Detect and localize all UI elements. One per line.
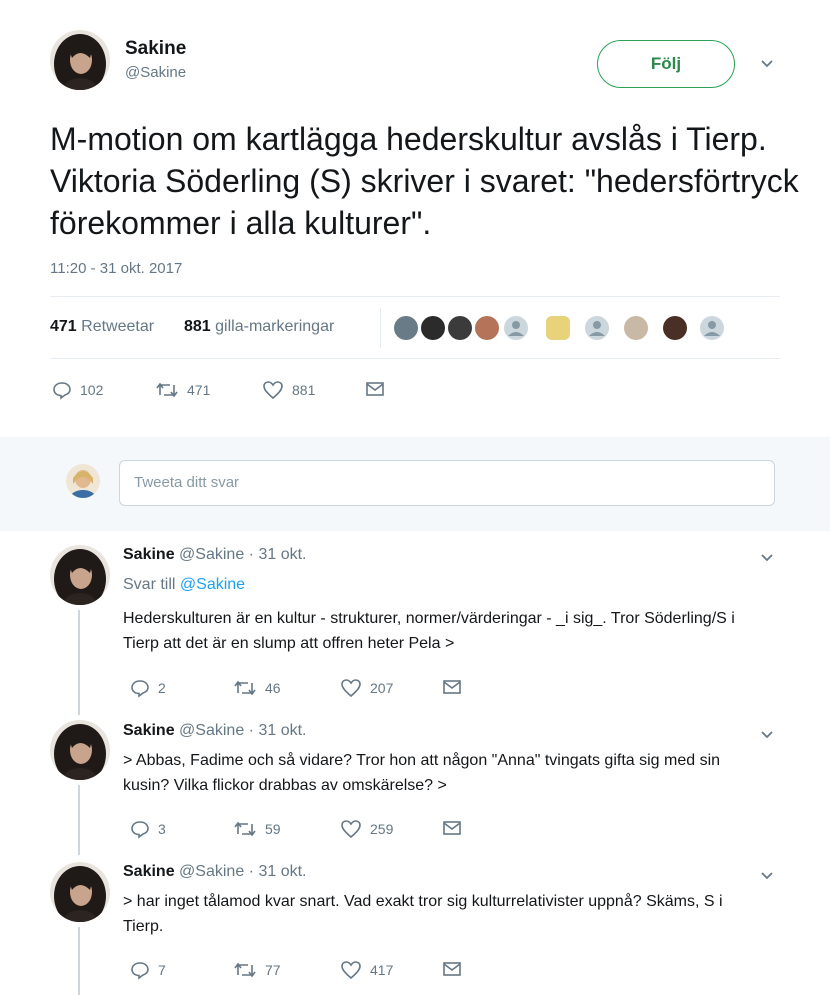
reply-count: 7 [158, 962, 166, 978]
reply-icon [131, 680, 149, 698]
liker-avatar[interactable] [448, 316, 472, 340]
stats-separator [380, 308, 381, 348]
like-count: 881 [292, 382, 316, 398]
like-count: 417 [370, 962, 394, 978]
envelope-icon [366, 382, 384, 396]
like-count: 259 [370, 821, 394, 837]
author-name[interactable]: Sakine [125, 38, 186, 60]
chevron-down-icon[interactable] [759, 727, 775, 743]
reply-text: Hederskulturen är en kultur - strukturer… [123, 610, 735, 652]
dm-action[interactable] [365, 380, 385, 398]
chevron-down-icon[interactable] [759, 868, 775, 884]
reply-date[interactable]: · 31 okt. [249, 863, 307, 880]
tweet-timestamp[interactable]: 11:20 - 31 okt. 2017 [50, 260, 182, 277]
retweet-count: 46 [265, 680, 281, 696]
like-action[interactable]: 207 [340, 678, 393, 698]
likes-stat[interactable]: 881 gilla-markeringar [184, 318, 334, 336]
envelope-icon [443, 680, 461, 694]
reply-action[interactable]: 3 [130, 819, 166, 839]
retweet-count: 471 [187, 382, 211, 398]
dm-action[interactable] [442, 678, 462, 696]
like-action[interactable]: 417 [340, 960, 393, 980]
retweet-icon [234, 680, 256, 696]
reply-action[interactable]: 2 [130, 678, 166, 698]
liker-avatar[interactable] [475, 316, 499, 340]
liker-avatar[interactable] [421, 316, 445, 340]
thread-line [78, 610, 80, 715]
reply-author-avatar[interactable] [50, 862, 110, 922]
reply-count: 2 [158, 680, 166, 696]
reply-author-avatar[interactable] [50, 720, 110, 780]
likes-count: 881 [184, 318, 211, 335]
chevron-down-icon[interactable] [759, 550, 775, 566]
chevron-down-icon[interactable] [759, 56, 775, 72]
reply-text: > har inget tålamod kvar snart. Vad exak… [123, 893, 723, 935]
reply-header: Sakine @Sakine · 31 okt. [123, 546, 306, 564]
reply-action[interactable]: 7 [130, 960, 166, 980]
retweet-icon [156, 382, 178, 398]
retweets-stat[interactable]: 471 Retweetar [50, 318, 154, 336]
reply-author-handle[interactable]: @Sakine [179, 722, 244, 739]
reply-author-avatar[interactable] [50, 545, 110, 605]
reply-author-handle[interactable]: @Sakine [179, 863, 244, 880]
retweet-action[interactable]: 77 [233, 960, 281, 980]
reply-author-name[interactable]: Sakine [123, 863, 175, 880]
thread-line [78, 927, 80, 995]
reply-header: Sakine @Sakine · 31 okt. [123, 722, 306, 740]
liker-avatar[interactable] [585, 316, 609, 340]
thread-line [78, 785, 80, 855]
reply-icon [53, 382, 71, 400]
reply-count: 3 [158, 821, 166, 837]
reply-count: 102 [80, 382, 104, 398]
author-handle[interactable]: @Sakine [125, 64, 186, 81]
divider [50, 296, 780, 297]
retweets-count: 471 [50, 318, 77, 335]
heart-icon [263, 381, 283, 400]
reply-date[interactable]: · 31 okt. [249, 722, 307, 739]
author-avatar[interactable] [50, 30, 110, 90]
retweet-icon [234, 962, 256, 978]
reply-input[interactable]: Tweeta ditt svar [119, 460, 775, 506]
retweet-icon [234, 821, 256, 837]
like-action[interactable]: 259 [340, 819, 393, 839]
reply-header: Sakine @Sakine · 31 okt. [123, 863, 306, 881]
retweet-action[interactable]: 59 [233, 819, 281, 839]
heart-icon [341, 820, 361, 839]
likes-label: gilla-markeringar [215, 318, 335, 335]
envelope-icon [443, 821, 461, 835]
heart-icon [341, 679, 361, 698]
reply-to-handle[interactable]: @Sakine [180, 576, 245, 593]
reply-action[interactable]: 102 [52, 380, 103, 400]
liker-avatar[interactable] [394, 316, 418, 340]
current-user-avatar[interactable] [66, 464, 100, 498]
liker-avatar[interactable] [624, 316, 648, 340]
liker-avatar[interactable] [546, 316, 570, 340]
reply-author-name[interactable]: Sakine [123, 722, 175, 739]
reply-author-name[interactable]: Sakine [123, 546, 175, 563]
dm-action[interactable] [442, 960, 462, 978]
reply-date[interactable]: · 31 okt. [249, 546, 307, 563]
tweet-text: M-motion om kartlägga hederskultur avslå… [50, 121, 799, 241]
like-count: 207 [370, 680, 394, 696]
liker-avatar[interactable] [504, 316, 528, 340]
follow-button[interactable]: Följ [597, 40, 735, 88]
reply-icon [131, 962, 149, 980]
liker-avatar[interactable] [700, 316, 724, 340]
retweet-action[interactable]: 46 [233, 678, 281, 698]
envelope-icon [443, 962, 461, 976]
reply-to-prefix: Svar till [123, 576, 176, 593]
retweet-count: 77 [265, 962, 281, 978]
like-action[interactable]: 881 [262, 380, 315, 400]
reply-author-handle[interactable]: @Sakine [179, 546, 244, 563]
reply-text: > Abbas, Fadime och så vidare? Tror hon … [123, 752, 721, 794]
retweets-label: Retweetar [81, 318, 155, 335]
reply-to-line: Svar till @Sakine [123, 576, 245, 594]
retweet-action[interactable]: 471 [155, 380, 210, 400]
dm-action[interactable] [442, 819, 462, 837]
divider [50, 358, 780, 359]
liker-avatar[interactable] [663, 316, 687, 340]
heart-icon [341, 961, 361, 980]
retweet-count: 59 [265, 821, 281, 837]
reply-icon [131, 821, 149, 839]
